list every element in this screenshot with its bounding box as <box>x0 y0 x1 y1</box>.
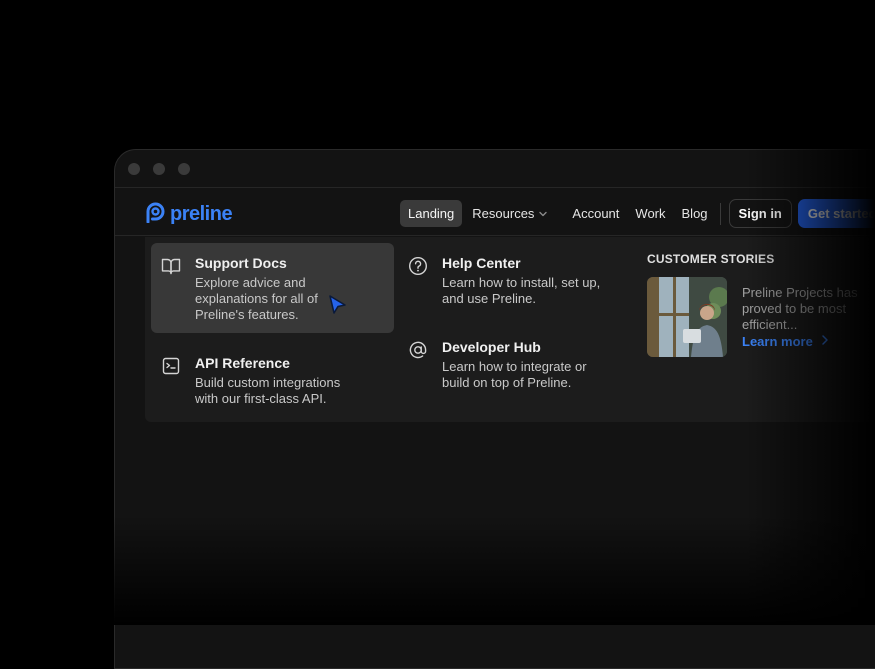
book-icon <box>161 256 181 276</box>
window-close-dot[interactable] <box>128 163 140 175</box>
learn-more-label: Learn more <box>742 334 813 349</box>
menu-item-description: Learn how to integrate or build on top o… <box>442 359 612 391</box>
customer-story-image[interactable] <box>647 277 727 357</box>
nav-links: Landing Resources Account Work Blog Sign… <box>400 199 875 228</box>
window-maximize-dot[interactable] <box>178 163 190 175</box>
menu-item-description: Learn how to install, set up, and use Pr… <box>442 275 620 307</box>
preline-logo-icon <box>145 201 166 228</box>
chevron-down-icon <box>538 209 548 219</box>
menu-item-help-center[interactable]: Help Center Learn how to install, set up… <box>398 243 638 319</box>
terminal-icon <box>161 356 181 376</box>
resources-mega-menu: Support Docs Explore advice and explanat… <box>145 237 875 422</box>
nav-item-resources-label: Resources <box>472 206 534 221</box>
menu-item-title: Developer Hub <box>442 339 612 355</box>
site-navbar: preline Landing Resources Account Work B… <box>115 188 875 236</box>
window-minimize-dot[interactable] <box>153 163 165 175</box>
nav-item-resources[interactable]: Resources <box>464 200 556 227</box>
learn-more-link[interactable]: Learn more <box>742 334 829 349</box>
get-started-button[interactable]: Get started <box>798 199 875 228</box>
window-titlebar <box>115 150 875 188</box>
menu-item-api-reference[interactable]: API Reference Build custom integrations … <box>151 343 394 419</box>
customer-stories-heading: CUSTOMER STORIES <box>647 252 774 266</box>
mouse-pointer-icon <box>328 294 348 321</box>
menu-item-description: Explore advice and explanations for all … <box>195 275 335 323</box>
brand-name: preline <box>170 203 232 226</box>
nav-item-blog[interactable]: Blog <box>674 200 716 227</box>
nav-item-account[interactable]: Account <box>564 200 627 227</box>
nav-item-landing[interactable]: Landing <box>400 200 462 227</box>
menu-item-developer-hub[interactable]: Developer Hub Learn how to integrate or … <box>398 327 638 403</box>
brand-logo[interactable]: preline <box>145 201 232 228</box>
menu-item-title: Help Center <box>442 255 620 271</box>
browser-window: preline Landing Resources Account Work B… <box>114 149 875 669</box>
menu-item-title: Support Docs <box>195 255 335 271</box>
nav-item-work[interactable]: Work <box>627 200 673 227</box>
help-circle-icon <box>408 256 428 276</box>
at-sign-icon <box>408 340 428 360</box>
menu-item-title: API Reference <box>195 355 360 371</box>
customer-story-text: Preline Projects has proved to be most e… <box>742 285 875 333</box>
sign-in-button[interactable]: Sign in <box>729 199 792 228</box>
chevron-right-icon <box>821 334 829 349</box>
menu-item-support-docs[interactable]: Support Docs Explore advice and explanat… <box>151 243 394 333</box>
menu-item-description: Build custom integrations with our first… <box>195 375 360 407</box>
nav-divider <box>720 203 721 225</box>
